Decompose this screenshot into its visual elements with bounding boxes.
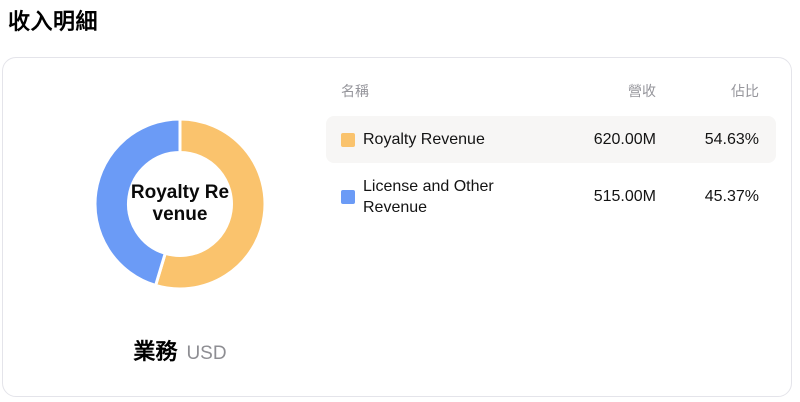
table-row-license-and-other-revenue[interactable]: License and Other Revenue 515.00M 45.37% [326, 173, 776, 220]
chart-footer: 業務 USD [58, 334, 302, 366]
donut-chart[interactable]: Royalty Re venue [93, 117, 267, 291]
legend-table-header: 名稱 營收 佔比 [326, 81, 776, 101]
donut-svg [93, 117, 267, 291]
revenue-breakdown-card: Royalty Re venue 業務 USD 名稱 營收 佔比 Royalty … [2, 57, 792, 397]
header-percent: 佔比 [731, 83, 759, 99]
chart-currency-unit: USD [186, 343, 227, 364]
legend-swatch-orange [341, 132, 355, 147]
row-percent-value: 45.37% [704, 187, 759, 205]
page-title: 收入明細 [8, 9, 99, 34]
row-revenue-value: 620.00M [593, 130, 656, 148]
table-row-royalty-revenue[interactable]: Royalty Revenue 620.00M 54.63% [326, 116, 776, 163]
header-name: 名稱 [341, 83, 369, 99]
chart-series-name: 業務 [133, 339, 178, 364]
header-revenue: 營收 [628, 83, 656, 99]
row-name-cell: License and Other Revenue [341, 176, 546, 218]
row-revenue-value: 515.00M [593, 187, 656, 205]
row-name-label: Royalty Revenue [363, 131, 485, 148]
row-percent-value: 54.63% [704, 130, 759, 148]
row-name-label: License and Other Revenue [363, 177, 494, 216]
row-name-cell: Royalty Revenue [341, 129, 546, 150]
legend-table: 名稱 營收 佔比 Royalty Revenue 620.00M 54.63% … [326, 81, 776, 220]
legend-swatch-blue [341, 189, 355, 204]
